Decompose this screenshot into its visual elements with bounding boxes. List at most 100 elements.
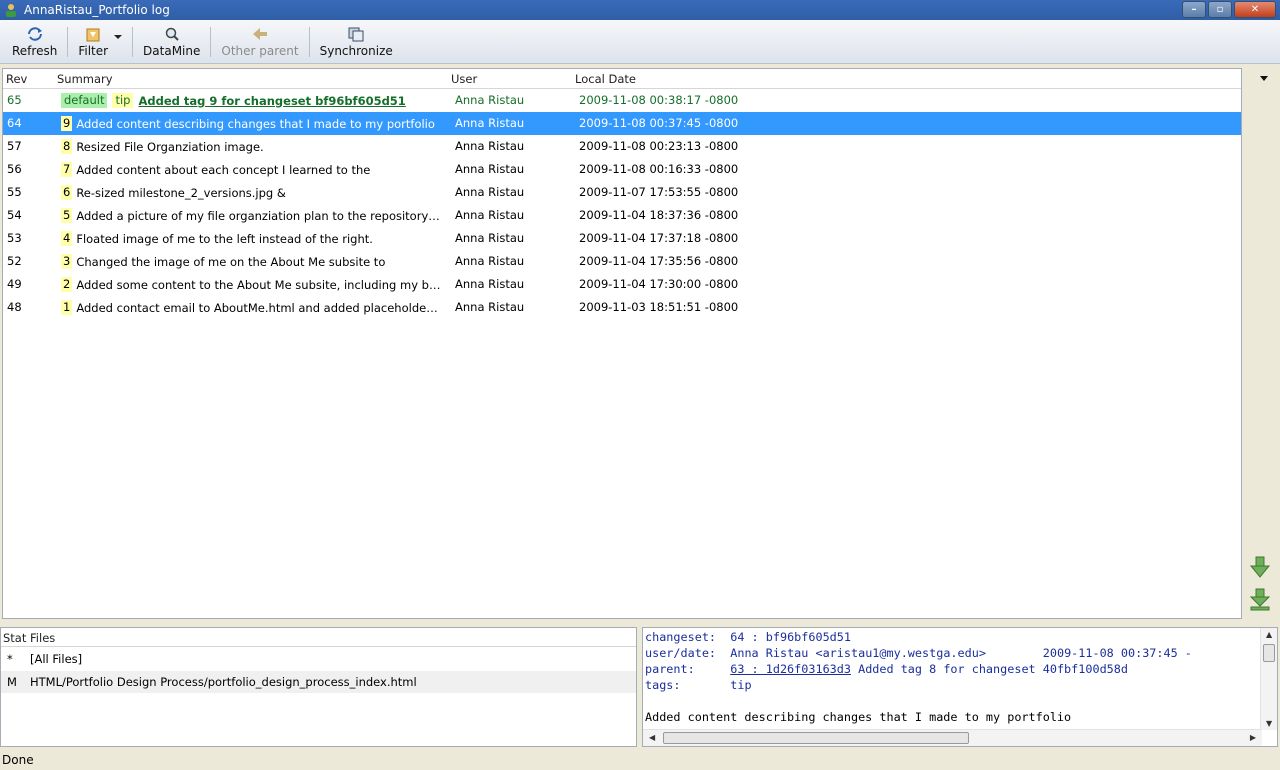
parent-link[interactable]: 63 : 1d26f03163d3 [730,662,851,676]
changeset-detail-pane[interactable]: changeset: 64 : bf96bf605d51 user/date: … [642,627,1278,747]
summary-cell: 4 Floated image of me to the left instea… [59,231,373,246]
toolbar-separator [132,26,134,57]
minimize-icon[interactable]: – [1182,1,1206,18]
parent-label: parent: [645,662,695,676]
log-row[interactable]: 54 5 Added a picture of my file organzia… [3,204,1241,227]
stat-file-row[interactable]: * [All Files] [1,648,636,670]
rev-cell: 48 [7,300,22,314]
synchronize-icon [348,27,364,41]
tag-badge: 7 [61,162,73,177]
datamine-button[interactable]: DataMine [135,22,208,62]
column-menu-icon[interactable] [1260,76,1268,81]
file-status: M [7,675,17,689]
goto-next-arrow-icon[interactable] [1249,555,1271,579]
date-cell: 2009-11-04 17:35:56 -0800 [579,254,739,268]
scroll-up-icon[interactable]: ▲ [1266,630,1272,639]
date-cell: 2009-11-08 00:38:17 -0800 [579,93,739,107]
revision-log-list[interactable]: Rev Summary User Local Date 65 default t… [2,68,1242,619]
log-row[interactable]: 56 7 Added content about each concept I … [3,158,1241,181]
synchronize-button[interactable]: Synchronize [312,22,401,62]
other-parent-button[interactable]: Other parent [213,22,306,62]
tag-badge: 5 [61,208,73,223]
rev-cell: 52 [7,254,22,268]
synchronize-label: Synchronize [319,43,393,58]
other-parent-label: Other parent [221,43,299,58]
stat-files-pane[interactable]: Stat Files * [All Files] M HTML/Portfoli… [0,627,637,747]
summary-cell: 8 Resized File Organziation image. [59,139,264,154]
rev-cell: 49 [7,277,22,291]
summary-text: Resized File Organziation image. [76,139,264,154]
vertical-scrollbar[interactable]: ▲ ▼ [1260,628,1277,730]
summary-text: Floated image of me to the left instead … [76,231,373,246]
file-path: HTML/Portfolio Design Process/portfolio_… [30,675,417,689]
summary-cell: 5 Added a picture of my file organziatio… [59,208,442,223]
status-bar: Done [0,750,1280,770]
summary-text: Changed the image of me on the About Me … [76,254,386,269]
parent-text: Added tag 8 for changeset 40fbf100d58d [858,662,1128,676]
toolbar-separator [210,26,212,57]
log-row[interactable]: 48 1 Added contact email to AboutMe.html… [3,296,1241,319]
summary-text: Added a picture of my file organziation … [76,208,443,223]
changeset-value: 64 : bf96bf605d51 [730,630,851,644]
summary-cell: 9 Added content describing changes that … [59,116,435,131]
log-row[interactable]: 52 3 Changed the image of me on the Abou… [3,250,1241,273]
user-cell: Anna Ristau [455,139,525,153]
user-cell: Anna Ristau [455,231,525,245]
maximize-icon[interactable]: ▫ [1208,1,1232,18]
summary-cell: 3 Changed the image of me on the About M… [59,254,385,269]
scroll-right-icon[interactable]: ▶ [1250,733,1256,742]
date-cell: 2009-11-07 17:53:55 -0800 [579,185,739,199]
userdate-value: Anna Ristau <aristau1@my.westga.edu> [730,646,986,660]
user-cell: Anna Ristau [455,277,525,291]
tag-badge: 2 [61,277,73,292]
commit-message: Added content describing changes that I … [645,710,1072,724]
file-path: [All Files] [30,652,83,666]
tags-label: tags: [645,678,681,692]
tag-badge: 1 [61,300,73,315]
log-row[interactable]: 57 8 Resized File Organziation image. An… [3,135,1241,158]
date-cell: 2009-11-08 00:23:13 -0800 [579,139,739,153]
horizontal-scrollbar[interactable]: ◀ ▶ [643,729,1262,746]
log-row[interactable]: 49 2 Added some content to the About Me … [3,273,1241,296]
header-summary[interactable]: Summary [57,72,113,86]
rev-cell: 64 [7,116,22,130]
stat-file-row[interactable]: M HTML/Portfolio Design Process/portfoli… [1,671,636,693]
user-cell: Anna Ristau [455,185,525,199]
log-row[interactable]: 55 6 Re-sized milestone_2_versions.jpg &… [3,181,1241,204]
vertical-scroll-thumb[interactable] [1263,644,1275,662]
rev-cell: 57 [7,139,22,153]
horizontal-scroll-thumb[interactable] [663,732,969,744]
log-row-selected[interactable]: 64 9 Added content describing changes th… [3,112,1241,135]
summary-cell: 6 Re-sized milestone_2_versions.jpg & [59,185,286,200]
log-row[interactable]: 65 default tip Added tag 9 for changeset… [3,89,1241,112]
tag-badge: tip [112,93,134,108]
filter-button[interactable]: Filter [70,22,116,62]
date-cell: 2009-11-08 00:37:45 -0800 [579,116,739,130]
user-cell: Anna Ristau [455,208,525,222]
scroll-left-icon[interactable]: ◀ [649,733,655,742]
changeset-detail-text: changeset: 64 : bf96bf605d51 user/date: … [645,629,1192,725]
summary-text: Added contact email to AboutMe.html and … [76,300,443,315]
goto-last-arrow-icon[interactable] [1249,588,1271,612]
datamine-label: DataMine [143,43,201,58]
header-user[interactable]: User [451,72,477,86]
rev-cell: 65 [7,93,22,107]
refresh-button[interactable]: Refresh [4,22,65,62]
toolbar-separator [67,26,69,57]
header-rev[interactable]: Rev [6,72,27,86]
summary-text: Re-sized milestone_2_versions.jpg & [76,185,286,200]
tag-badge: 8 [61,139,73,154]
close-icon[interactable]: ✕ [1234,1,1276,18]
title-bar: AnnaRistau_Portfolio log – ▫ ✕ [0,0,1280,20]
tag-badge: 6 [61,185,73,200]
header-local-date[interactable]: Local Date [575,72,636,86]
filter-dropdown-arrow[interactable] [114,34,123,39]
log-row[interactable]: 53 4 Floated image of me to the left ins… [3,227,1241,250]
userdate-label: user/date: [645,646,717,660]
tag-badge: 9 [61,116,73,131]
toolbar: Refresh Filter DataMine Other parent Syn… [0,20,1280,64]
stat-files-header: Stat Files [1,628,636,647]
scroll-down-icon[interactable]: ▼ [1266,719,1272,728]
summary-text: Added some content to the About Me subsi… [76,277,443,292]
user-cell: Anna Ristau [455,254,525,268]
